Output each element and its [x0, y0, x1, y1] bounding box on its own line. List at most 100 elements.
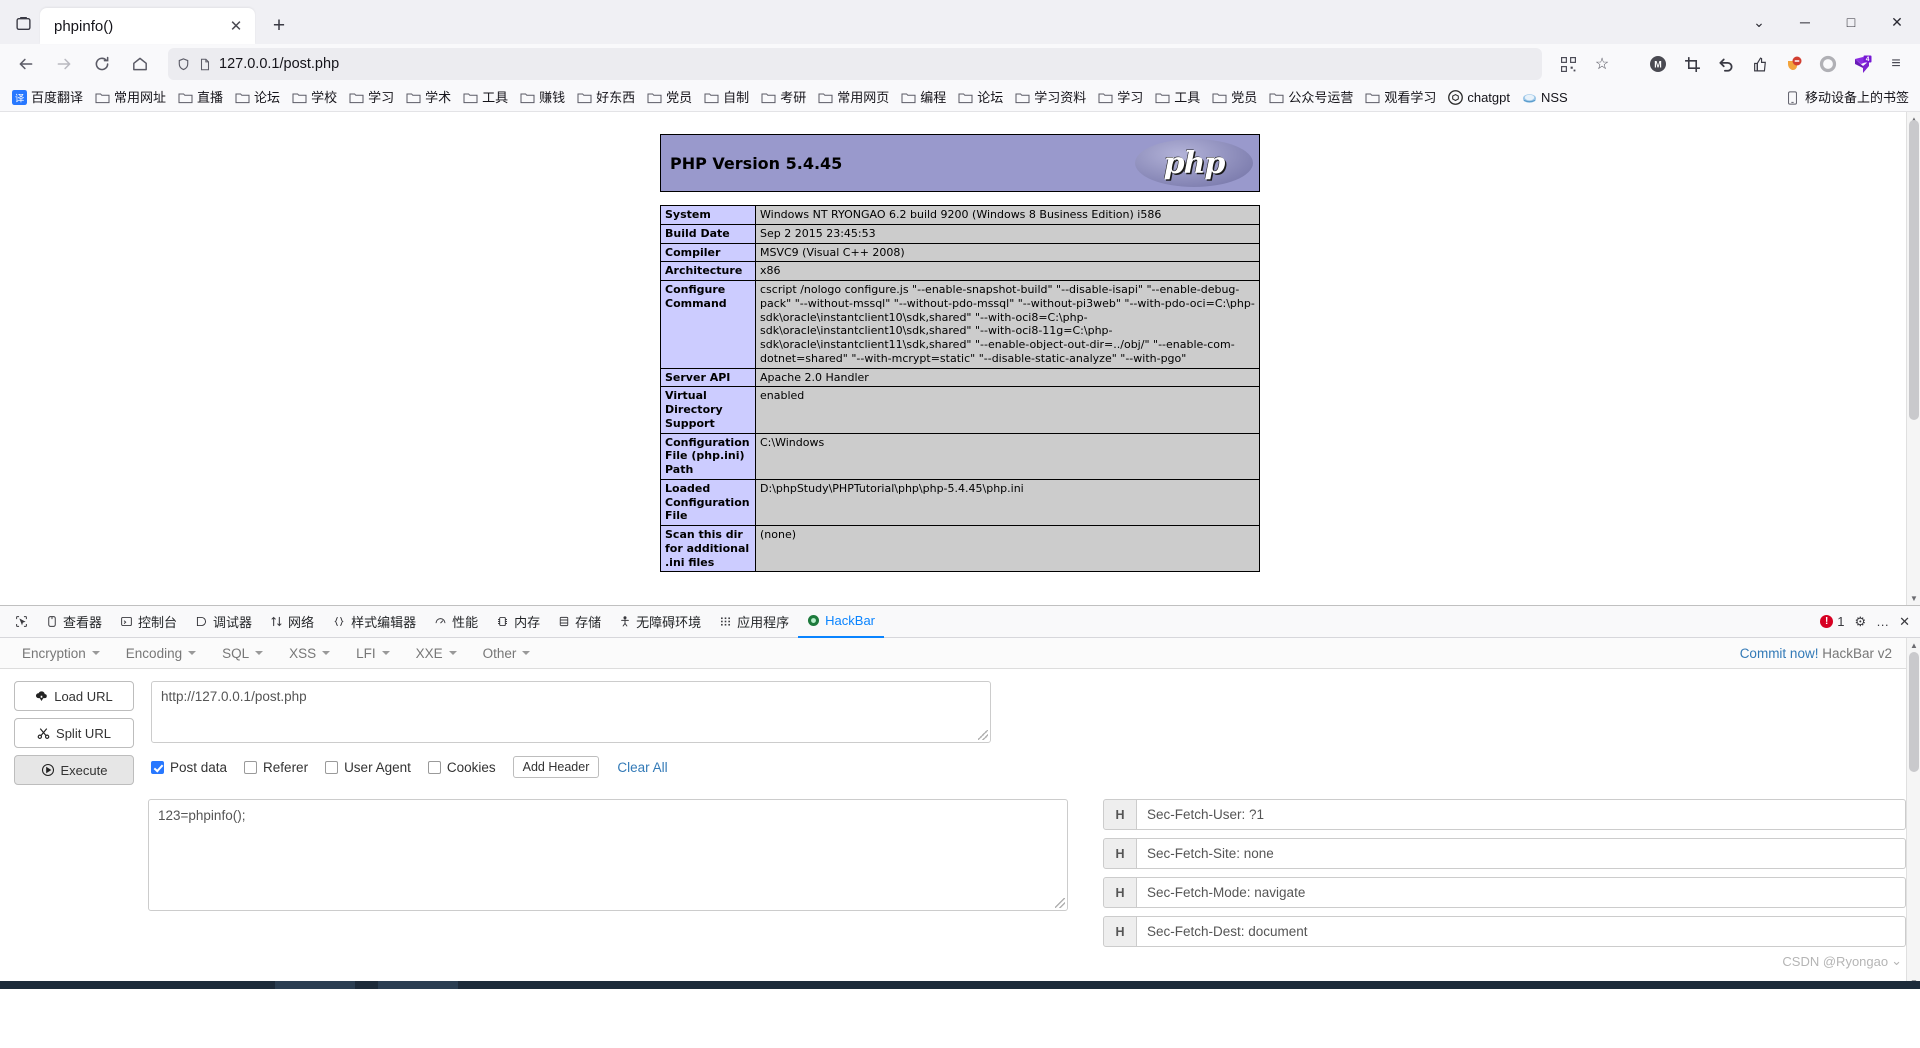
devtools-tab-调试器[interactable]: 调试器: [186, 606, 261, 638]
header-value-input[interactable]: Sec-Fetch-Mode: navigate: [1137, 877, 1906, 908]
shield-icon[interactable]: [176, 57, 191, 72]
add-header-button[interactable]: Add Header: [512, 756, 600, 778]
bookmark-item[interactable]: 公众号运营: [1263, 87, 1358, 109]
home-icon[interactable]: [122, 48, 158, 80]
header-row[interactable]: H Sec-Fetch-Dest: document: [1103, 916, 1906, 947]
hackbar-option-user-agent[interactable]: User Agent: [325, 760, 411, 775]
bookmark-item[interactable]: 考研: [755, 87, 811, 109]
execute-button[interactable]: Execute: [14, 755, 134, 785]
devtools-vertical-scrollbar[interactable]: ▲ ▼: [1906, 638, 1920, 989]
checkbox[interactable]: [325, 760, 339, 774]
devtools-tab-网络[interactable]: 网络: [261, 606, 323, 638]
hackbar-menu-xss[interactable]: XSS: [277, 642, 342, 665]
commit-now-link[interactable]: Commit now!: [1740, 646, 1819, 661]
checkbox[interactable]: [427, 760, 441, 774]
undo-arrow-icon[interactable]: [1710, 48, 1742, 80]
qr-code-icon[interactable]: [1552, 48, 1584, 80]
load-url-button[interactable]: Load URL: [14, 681, 134, 711]
bookmark-item[interactable]: 观看学习: [1359, 87, 1441, 109]
bookmark-item[interactable]: 论坛: [952, 87, 1008, 109]
header-value-input[interactable]: Sec-Fetch-Site: none: [1137, 838, 1906, 869]
hackbar-option-post-data[interactable]: Post data: [151, 760, 227, 775]
bookmark-item-mobile[interactable]: 移动设备上的书签: [1780, 87, 1914, 109]
hackbar-menu-sql[interactable]: SQL: [210, 642, 275, 665]
devtools-tab-无障碍环境[interactable]: 无障碍环境: [610, 606, 710, 638]
header-row[interactable]: H Sec-Fetch-Site: none: [1103, 838, 1906, 869]
bookmark-item[interactable]: chatgpt: [1442, 87, 1515, 109]
devtools-close-icon[interactable]: ✕: [1899, 614, 1910, 630]
devtools-tab-性能[interactable]: 性能: [425, 606, 487, 638]
tab-list-chevron-icon[interactable]: ⌄: [1736, 0, 1782, 44]
bookmark-item[interactable]: 论坛: [229, 87, 285, 109]
hackbar-option-cookies[interactable]: Cookies: [427, 760, 496, 775]
adblock-extension-icon[interactable]: [1778, 48, 1810, 80]
split-url-button[interactable]: Split URL: [14, 718, 134, 748]
bookmark-star-icon[interactable]: ☆: [1586, 48, 1618, 80]
devtools-tab-应用程序[interactable]: 应用程序: [710, 606, 798, 638]
bookmark-item[interactable]: NSS: [1516, 87, 1573, 109]
bookmark-item[interactable]: 常用网址: [89, 87, 171, 109]
hackbar-menu-lfi[interactable]: LFI: [344, 642, 402, 665]
circle-extension-icon[interactable]: [1812, 48, 1844, 80]
devtools-scroll-up-icon[interactable]: ▲: [1907, 638, 1920, 652]
minimize-button[interactable]: ─: [1782, 0, 1828, 44]
metamask-extension-icon[interactable]: M: [1642, 48, 1674, 80]
close-tab-icon[interactable]: ✕: [225, 15, 247, 37]
header-value-input[interactable]: Sec-Fetch-Dest: document: [1137, 916, 1906, 947]
checkbox[interactable]: [151, 760, 164, 774]
url-textarea[interactable]: http://127.0.0.1/post.php: [151, 681, 991, 743]
devtools-scrollbar-thumb[interactable]: [1909, 652, 1919, 772]
bookmark-item[interactable]: 学校: [286, 87, 342, 109]
thumbs-up-icon[interactable]: [1744, 48, 1776, 80]
bookmark-item[interactable]: 编程: [895, 87, 951, 109]
devtools-tab-存储[interactable]: 存储: [549, 606, 610, 638]
bookmark-item[interactable]: 赚钱: [514, 87, 570, 109]
list-all-tabs-icon[interactable]: [6, 6, 40, 40]
bookmark-item[interactable]: 工具: [457, 87, 513, 109]
devtools-tab-内存[interactable]: 内存: [487, 606, 549, 638]
browser-tab[interactable]: phpinfo() ✕: [40, 8, 255, 44]
devtools-tab-HackBar[interactable]: HackBar: [798, 606, 885, 638]
forward-icon[interactable]: [46, 48, 82, 80]
purple-extension-icon[interactable]: 4: [1846, 48, 1878, 80]
page-vertical-scrollbar[interactable]: ▲ ▼: [1906, 112, 1920, 605]
bookmark-item[interactable]: 学术: [400, 87, 456, 109]
devtools-tab-样式编辑器[interactable]: 样式编辑器: [323, 606, 425, 638]
bookmark-item[interactable]: 学习: [1092, 87, 1148, 109]
post-data-textarea[interactable]: 123=phpinfo();: [148, 799, 1068, 911]
bookmark-item[interactable]: 学习资料: [1009, 87, 1091, 109]
checkbox[interactable]: [244, 760, 258, 774]
clear-all-link[interactable]: Clear All: [617, 760, 667, 775]
address-bar[interactable]: 127.0.0.1/post.php: [168, 48, 1542, 80]
hackbar-menu-other[interactable]: Other: [471, 642, 543, 665]
screenshot-crop-icon[interactable]: [1676, 48, 1708, 80]
devtools-tab-picker[interactable]: [6, 606, 37, 638]
bookmark-item[interactable]: 学习: [343, 87, 399, 109]
hackbar-menu-encryption[interactable]: Encryption: [10, 642, 112, 665]
devtools-tab-控制台[interactable]: 控制台: [111, 606, 186, 638]
header-value-input[interactable]: Sec-Fetch-User: ?1: [1137, 799, 1906, 830]
app-menu-icon[interactable]: ≡: [1880, 48, 1912, 80]
textarea-resize-handle[interactable]: [978, 730, 988, 740]
header-row[interactable]: H Sec-Fetch-Mode: navigate: [1103, 877, 1906, 908]
devtools-settings-icon[interactable]: ⚙: [1854, 614, 1866, 630]
bookmark-item[interactable]: 党员: [1206, 87, 1262, 109]
scroll-down-icon[interactable]: ▼: [1907, 591, 1920, 605]
bookmark-item[interactable]: 译百度翻译: [6, 87, 88, 109]
bookmark-item[interactable]: 直播: [172, 87, 228, 109]
error-badge[interactable]: ! 1: [1820, 614, 1844, 629]
hackbar-menu-encoding[interactable]: Encoding: [114, 642, 208, 665]
bookmark-item[interactable]: 党员: [641, 87, 697, 109]
maximize-button[interactable]: □: [1828, 0, 1874, 44]
bookmark-item[interactable]: 好东西: [571, 87, 640, 109]
reload-icon[interactable]: [84, 48, 120, 80]
page-info-icon[interactable]: [198, 57, 212, 72]
back-icon[interactable]: [8, 48, 44, 80]
scrollbar-thumb[interactable]: [1909, 120, 1919, 420]
bookmark-item[interactable]: 工具: [1149, 87, 1205, 109]
header-row[interactable]: H Sec-Fetch-User: ?1: [1103, 799, 1906, 830]
close-window-button[interactable]: ✕: [1874, 0, 1920, 44]
hackbar-option-referer[interactable]: Referer: [244, 760, 308, 775]
post-textarea-resize-handle[interactable]: [1055, 898, 1065, 908]
devtools-more-icon[interactable]: …: [1876, 614, 1889, 629]
